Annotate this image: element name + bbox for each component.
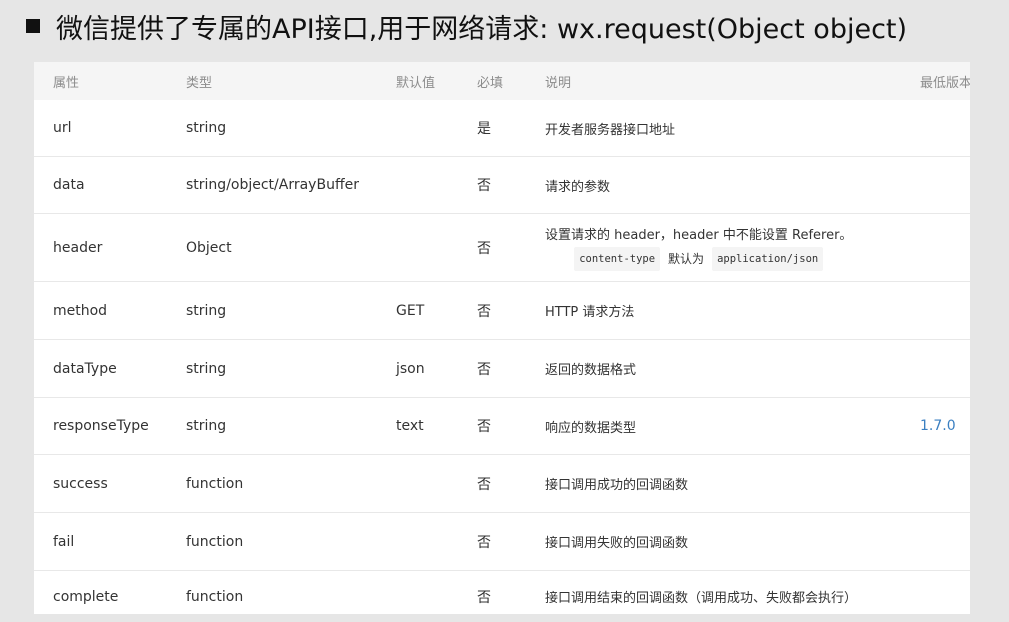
param-name: responseType: [53, 418, 149, 434]
param-type: function: [186, 533, 244, 550]
param-required: 否: [477, 240, 491, 257]
param-type: string: [186, 120, 227, 136]
param-description: 返回的数据格式: [545, 363, 637, 378]
code-content-type: content-type: [574, 246, 661, 271]
param-description: 响应的数据类型: [545, 420, 637, 436]
param-default: text: [396, 418, 424, 434]
param-description: 接口调用失败的回调函数: [545, 536, 689, 551]
param-required: 否: [477, 534, 491, 551]
param-name: header: [53, 239, 103, 256]
param-required: 否: [477, 476, 491, 493]
param-required: 是: [477, 121, 491, 137]
param-name: success: [53, 475, 108, 492]
table-row: header Object 否 设置请求的 header，header 中不能设…: [34, 214, 970, 282]
table-row: data string/object/ArrayBuffer 否 请求的参数: [34, 157, 970, 214]
param-description: 设置请求的 header，header 中不能设置 Referer。 conte…: [545, 214, 852, 281]
param-required: 否: [477, 178, 491, 194]
param-required: 否: [477, 589, 491, 606]
param-default: json: [396, 360, 425, 377]
table-row: success function 否 接口调用成功的回调函数: [34, 455, 970, 513]
header-type: 类型: [186, 75, 213, 91]
param-type: string: [186, 360, 227, 377]
param-type: string/object/ArrayBuffer: [186, 177, 359, 193]
table-row: method string GET 否 HTTP 请求方法: [34, 282, 970, 340]
param-description: HTTP 请求方法: [545, 305, 635, 320]
param-description-line1: 设置请求的 header，header 中不能设置 Referer。: [545, 227, 853, 243]
param-name: fail: [53, 533, 75, 550]
param-type: function: [186, 588, 244, 605]
param-description: 开发者服务器接口地址: [545, 122, 676, 138]
header-default: 默认值: [396, 75, 436, 91]
slide-title-text: 微信提供了专属的API接口,用于网络请求: wx.request(Object …: [56, 13, 908, 45]
table-row: fail function 否 接口调用失败的回调函数: [34, 513, 970, 571]
default-label: 默认为: [668, 251, 705, 266]
code-application-json: application/json: [712, 246, 824, 271]
square-bullet-icon: [26, 19, 40, 33]
param-type: string: [186, 418, 227, 434]
param-description: 请求的参数: [545, 179, 611, 195]
param-description: 接口调用结束的回调函数（调用成功、失败都会执行）: [545, 591, 858, 606]
param-description: 接口调用成功的回调函数: [545, 478, 689, 493]
param-name: complete: [53, 588, 119, 605]
table-row: complete function 否 接口调用结束的回调函数（调用成功、失败都…: [34, 571, 970, 614]
table-row: dataType string json 否 返回的数据格式: [34, 340, 970, 398]
api-params-table: 属性 类型 默认值 必填 说明 最低版本 url string 是 开发者服务器…: [34, 62, 970, 614]
table-row: url string 是 开发者服务器接口地址: [34, 100, 970, 157]
slide-title: 微信提供了专属的API接口,用于网络请求: wx.request(Object …: [26, 6, 907, 46]
param-name: method: [53, 302, 108, 319]
param-type: function: [186, 475, 244, 492]
header-name: 属性: [53, 75, 80, 91]
param-required: 否: [477, 419, 491, 435]
param-type: string: [186, 302, 227, 319]
table-row: responseType string text 否 响应的数据类型 1.7.0: [34, 398, 970, 455]
header-required: 必填: [477, 75, 504, 91]
param-required: 否: [477, 361, 491, 378]
header-description: 说明: [545, 75, 572, 91]
param-type: Object: [186, 239, 232, 256]
param-required: 否: [477, 303, 491, 320]
param-name: url: [53, 120, 72, 136]
param-name: data: [53, 177, 85, 193]
param-description-line2: content-type 默认为 application/json: [574, 246, 824, 271]
table-header: 属性 类型 默认值 必填 说明 最低版本: [34, 62, 970, 100]
header-min-version: 最低版本: [920, 75, 970, 91]
param-name: dataType: [53, 360, 117, 377]
param-min-version[interactable]: 1.7.0: [920, 398, 956, 454]
param-default: GET: [396, 302, 425, 319]
